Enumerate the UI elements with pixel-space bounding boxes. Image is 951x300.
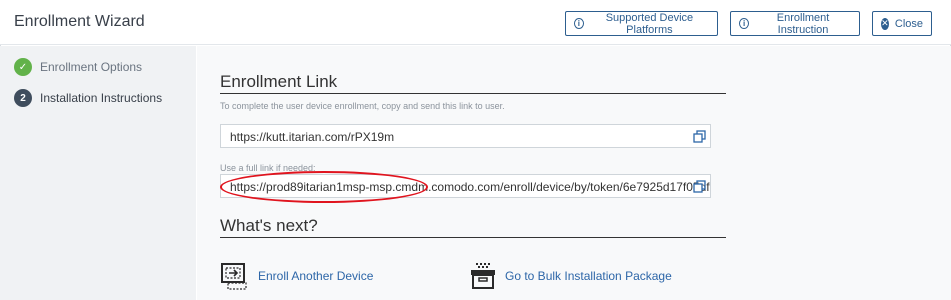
wizard-header: Enrollment Wizard i Supported Device Pla… xyxy=(0,0,951,45)
enrollment-instruction-label: Enrollment Instruction xyxy=(776,11,830,36)
full-link-field[interactable]: https://prod89itarian1msp-msp.cmdm.comod… xyxy=(220,174,711,198)
supported-platforms-button[interactable]: i Supported Device Platforms xyxy=(565,11,718,36)
info-icon: i xyxy=(739,18,750,29)
bulk-package-icon xyxy=(471,263,495,289)
step-installation-instructions[interactable]: 2 Installation Instructions xyxy=(14,89,162,107)
copy-icon[interactable] xyxy=(693,130,706,143)
whats-next-heading: What's next? xyxy=(220,216,318,235)
full-link-hint: Use a full link if needed: xyxy=(220,163,316,173)
close-icon: ✕ xyxy=(881,17,889,30)
supported-platforms-label: Supported Device Platforms xyxy=(605,11,694,36)
bulk-installation-package-label: Go to Bulk Installation Package xyxy=(505,269,672,283)
copy-icon[interactable] xyxy=(693,180,706,193)
enrollment-link-heading: Enrollment Link xyxy=(220,72,338,91)
info-icon: i xyxy=(574,18,584,29)
close-button[interactable]: ✕ Close xyxy=(872,11,932,36)
divider xyxy=(220,93,726,94)
short-link-value: https://kutt.itarian.com/rPX19m xyxy=(230,130,395,144)
checkmark-icon: ✓ xyxy=(14,58,32,76)
close-label: Close xyxy=(894,17,923,30)
enrollment-instruction-button[interactable]: i Enrollment Instruction xyxy=(730,11,860,36)
step-label: Installation Instructions xyxy=(40,91,163,105)
step-enrollment-options[interactable]: ✓ Enrollment Options xyxy=(14,58,142,76)
step-number: 2 xyxy=(14,89,32,107)
wizard-sidebar xyxy=(0,46,196,300)
enroll-device-icon xyxy=(221,263,247,290)
wizard-title: Enrollment Wizard xyxy=(14,13,145,30)
bulk-installation-package-link[interactable]: Go to Bulk Installation Package xyxy=(469,262,672,290)
enrollment-link-description: To complete the user device enrollment, … xyxy=(220,101,505,111)
short-link-field[interactable]: https://kutt.itarian.com/rPX19m xyxy=(220,124,711,148)
full-link-value: https://prod89itarian1msp-msp.cmdm.comod… xyxy=(230,180,711,194)
step-label: Enrollment Options xyxy=(40,60,143,74)
divider xyxy=(220,237,726,238)
enroll-another-device-link[interactable]: Enroll Another Device xyxy=(220,262,373,290)
enroll-another-device-label: Enroll Another Device xyxy=(258,269,374,283)
